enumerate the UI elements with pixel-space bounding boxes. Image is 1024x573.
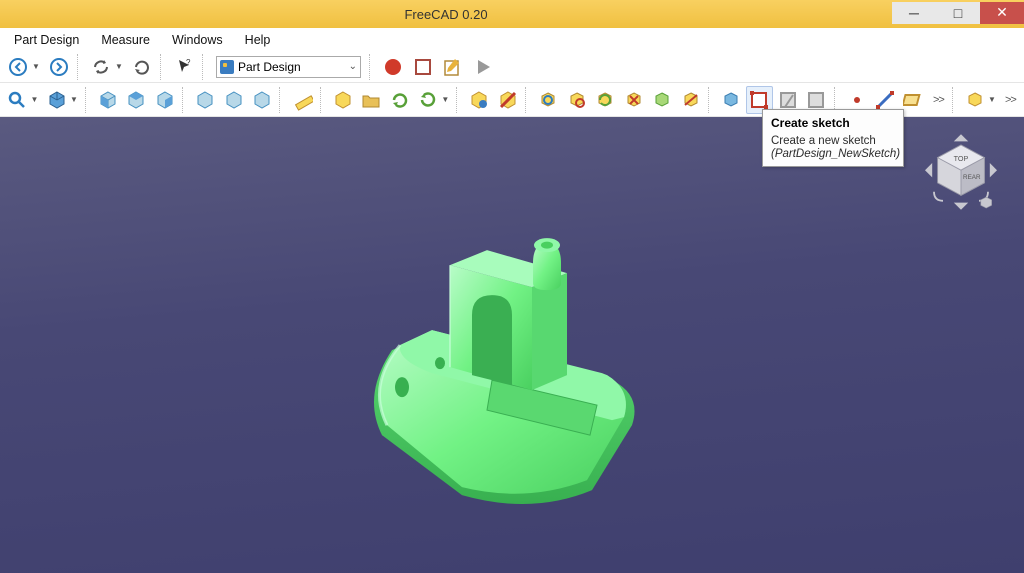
export-button[interactable] bbox=[415, 86, 442, 114]
create-body-2-button[interactable] bbox=[718, 86, 745, 114]
menu-measure[interactable]: Measure bbox=[91, 31, 160, 49]
separator bbox=[952, 87, 958, 113]
view-left-button[interactable] bbox=[249, 86, 276, 114]
navcube-rear-label: REAR bbox=[963, 174, 981, 181]
pad-dropdown[interactable]: ▼ bbox=[988, 95, 996, 104]
datum-plane-button[interactable] bbox=[900, 86, 927, 114]
macro-edit-button[interactable] bbox=[439, 53, 467, 81]
chevron-down-icon: ⌄ bbox=[349, 61, 357, 72]
window-title: FreeCAD 0.20 bbox=[0, 7, 892, 22]
macro-record-button[interactable] bbox=[379, 53, 407, 81]
create-part-button[interactable] bbox=[466, 86, 493, 114]
tooltip-title: Create sketch bbox=[771, 116, 895, 130]
separator bbox=[160, 54, 166, 80]
separator bbox=[320, 87, 326, 113]
macro-run-button[interactable] bbox=[469, 53, 497, 81]
macro-stop-button[interactable] bbox=[409, 53, 437, 81]
titlebar: FreeCAD 0.20 ─ □ ✕ bbox=[0, 0, 1024, 28]
separator bbox=[369, 54, 375, 80]
separator bbox=[182, 87, 188, 113]
tooltip-body: Create a new sketch bbox=[771, 135, 895, 147]
separator bbox=[456, 87, 462, 113]
forward-button[interactable] bbox=[45, 53, 73, 81]
view-bottom-button[interactable] bbox=[220, 86, 247, 114]
fit-all-button[interactable] bbox=[4, 86, 31, 114]
separator bbox=[525, 87, 531, 113]
pad-button[interactable] bbox=[962, 86, 989, 114]
workbench-selector[interactable]: Part Design ⌄ bbox=[216, 56, 361, 78]
separator bbox=[202, 54, 208, 80]
iso-dropdown[interactable]: ▼ bbox=[70, 95, 78, 104]
separator bbox=[279, 87, 285, 113]
workbench-label: Part Design bbox=[238, 60, 301, 74]
menu-windows[interactable]: Windows bbox=[162, 31, 233, 49]
refresh-dropdown[interactable]: ▼ bbox=[115, 62, 123, 71]
export-dropdown[interactable]: ▼ bbox=[441, 95, 449, 104]
menubar: Part Design Measure Windows Help bbox=[0, 28, 1024, 51]
measure-linear-button[interactable] bbox=[535, 86, 562, 114]
minimize-button[interactable]: ─ bbox=[892, 2, 936, 24]
close-button[interactable]: ✕ bbox=[980, 2, 1024, 24]
measure-toggle-all-button[interactable] bbox=[649, 86, 676, 114]
part-design-icon bbox=[220, 60, 234, 74]
measure-button[interactable] bbox=[289, 86, 316, 114]
view-top-button[interactable] bbox=[123, 86, 150, 114]
measure-angular-button[interactable] bbox=[563, 86, 590, 114]
model-benchy[interactable] bbox=[332, 195, 692, 528]
measure-refresh-button[interactable] bbox=[592, 86, 619, 114]
navigation-cube[interactable]: TOP REAR bbox=[916, 127, 1006, 217]
menu-part-design[interactable]: Part Design bbox=[4, 31, 89, 49]
back-button[interactable] bbox=[4, 53, 32, 81]
view-rear-button[interactable] bbox=[192, 86, 219, 114]
view-right-button[interactable] bbox=[152, 86, 179, 114]
separator bbox=[85, 87, 91, 113]
cursor-button[interactable]: ? bbox=[170, 53, 198, 81]
overflow-button-2[interactable]: >> bbox=[1005, 94, 1016, 106]
measure-toggle-3d-button[interactable] bbox=[677, 86, 704, 114]
overflow-button[interactable]: >> bbox=[933, 94, 944, 106]
refresh-button[interactable] bbox=[87, 53, 115, 81]
fit-dropdown[interactable]: ▼ bbox=[31, 95, 39, 104]
menu-help[interactable]: Help bbox=[235, 31, 281, 49]
separator bbox=[77, 54, 83, 80]
tooltip: Create sketch Create a new sketch (PartD… bbox=[762, 109, 904, 167]
window-buttons: ─ □ ✕ bbox=[892, 5, 1024, 24]
back-dropdown[interactable]: ▼ bbox=[32, 62, 40, 71]
svg-text:?: ? bbox=[186, 58, 191, 67]
separator bbox=[708, 87, 714, 113]
view-front-button[interactable] bbox=[95, 86, 122, 114]
toolbar-row-1: ▼ ▼ ? Part Design ⌄ bbox=[0, 51, 1024, 83]
3d-viewport[interactable]: TOP REAR bbox=[0, 117, 1024, 573]
tooltip-command: (PartDesign_NewSketch) bbox=[771, 148, 895, 160]
transform-button[interactable] bbox=[386, 86, 413, 114]
create-group-button[interactable] bbox=[358, 86, 385, 114]
navcube-top-label: TOP bbox=[954, 154, 969, 163]
recompute-button[interactable] bbox=[128, 53, 156, 81]
measure-clear-button[interactable] bbox=[620, 86, 647, 114]
isometric-view-button[interactable] bbox=[43, 86, 70, 114]
create-body-button[interactable] bbox=[329, 86, 356, 114]
maximize-button[interactable]: □ bbox=[936, 2, 980, 24]
split-button[interactable] bbox=[495, 86, 522, 114]
